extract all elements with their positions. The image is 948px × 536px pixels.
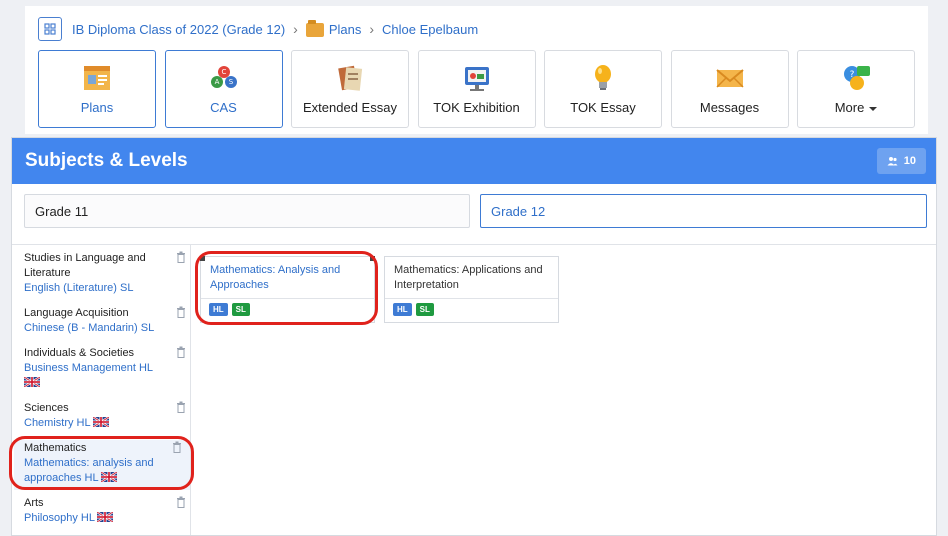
- subject-group-label: Sciences: [24, 402, 69, 414]
- uk-flag-icon: [24, 377, 40, 387]
- trash-icon[interactable]: [176, 401, 186, 413]
- breadcrumb-student[interactable]: Chloe Epelbaum: [382, 22, 478, 37]
- navigation-card: IB Diploma Class of 2022 (Grade 12) › Pl…: [25, 6, 928, 134]
- course-option-name: Mathematics: Analysis and Approaches: [201, 257, 374, 299]
- subject-group-label: Arts: [24, 497, 44, 509]
- chevron-right-icon: ›: [293, 21, 298, 37]
- envelope-icon: [715, 69, 744, 88]
- panel-title: Subjects & Levels: [25, 150, 188, 171]
- cas-icon: CA S: [210, 66, 237, 88]
- subject-group-label: Individuals & Societies: [24, 347, 135, 359]
- tab-grade-11[interactable]: Grade 11: [24, 194, 470, 228]
- trash-icon[interactable]: [176, 306, 186, 318]
- chat-bubbles-icon: ?: [844, 66, 870, 90]
- subject-item-individuals-societies[interactable]: Individuals & Societies Business Managem…: [24, 346, 186, 391]
- subject-value[interactable]: Business Management HL: [24, 361, 184, 376]
- svg-text:S: S: [228, 78, 233, 86]
- tile-tok-essay-label: TOK Essay: [570, 100, 636, 115]
- course-option-applications-interpretation[interactable]: Mathematics: Applications and Interpreta…: [384, 256, 559, 323]
- breadcrumb: IB Diploma Class of 2022 (Grade 12) › Pl…: [38, 17, 478, 41]
- subject-value[interactable]: English (Literature) SL: [24, 281, 184, 296]
- tile-tok-essay[interactable]: TOK Essay: [544, 50, 662, 128]
- subject-value[interactable]: Mathematics: analysis and approaches HL: [24, 457, 154, 484]
- folder-icon: [305, 20, 324, 37]
- tab-grade-12[interactable]: Grade 12: [480, 194, 927, 228]
- trash-icon[interactable]: [176, 251, 186, 263]
- selection-handle: [200, 256, 205, 261]
- subject-group-label: Language Acquisition: [24, 307, 129, 319]
- subject-group-label: Studies in Language and Literature: [24, 252, 146, 279]
- tile-plans[interactable]: Plans: [38, 50, 156, 128]
- uk-flag-icon: [100, 472, 117, 482]
- tok-exhibition-icon: [464, 67, 489, 91]
- subject-item-sciences[interactable]: Sciences Chemistry HL: [24, 401, 186, 431]
- trash-icon[interactable]: [176, 346, 186, 358]
- uk-flag-icon: [92, 417, 109, 427]
- tile-cas-label: CAS: [210, 100, 237, 115]
- subject-value[interactable]: Philosophy HL: [24, 512, 95, 524]
- trash-icon[interactable]: [172, 441, 182, 453]
- subjects-levels-panel: Subjects & Levels 10 Grade 11 Grade 12 S…: [11, 137, 937, 536]
- tile-messages-label: Messages: [699, 100, 760, 115]
- level-badge-sl[interactable]: SL: [231, 303, 250, 316]
- subject-value[interactable]: Chemistry HL: [24, 417, 91, 429]
- level-badge-hl[interactable]: HL: [393, 303, 412, 316]
- uk-flag-icon: [96, 512, 113, 522]
- tile-tok-exhibition-label: TOK Exhibition: [433, 100, 520, 115]
- svg-text:C: C: [221, 68, 226, 76]
- level-badge-hl[interactable]: HL: [209, 303, 228, 316]
- selection-handle: [370, 256, 375, 261]
- level-badge-sl[interactable]: SL: [415, 303, 434, 316]
- users-icon: [887, 157, 898, 166]
- student-count-button[interactable]: 10: [876, 148, 926, 174]
- breadcrumb-plans[interactable]: Plans: [329, 22, 362, 37]
- chevron-right-icon: ›: [369, 21, 375, 37]
- subject-item-language-literature[interactable]: Studies in Language and Literature Engli…: [24, 251, 186, 296]
- student-count: 10: [903, 155, 916, 167]
- tile-more[interactable]: ? More: [797, 50, 915, 128]
- trash-icon[interactable]: [176, 496, 186, 508]
- course-option-analysis-approaches[interactable]: Mathematics: Analysis and Approaches HL …: [200, 256, 375, 323]
- panel-header: Subjects & Levels 10: [12, 138, 936, 184]
- subject-value[interactable]: Chinese (B - Mandarin) SL: [24, 321, 184, 336]
- subject-item-mathematics[interactable]: Mathematics Mathematics: analysis and ap…: [24, 441, 181, 486]
- subject-item-arts[interactable]: Arts Philosophy HL: [24, 496, 186, 526]
- tile-messages[interactable]: Messages: [670, 50, 789, 128]
- subject-list: Studies in Language and Literature Engli…: [12, 245, 191, 535]
- plans-icon: [84, 66, 110, 90]
- tile-cas[interactable]: CAS CAS: [164, 50, 283, 128]
- svg-text:A: A: [214, 78, 219, 86]
- svg-text:?: ?: [850, 70, 855, 80]
- caret-down-icon: [869, 106, 878, 111]
- breadcrumb-class[interactable]: IB Diploma Class of 2022 (Grade 12): [72, 22, 285, 37]
- extended-essay-icon: [338, 65, 363, 91]
- tile-more-label: More: [835, 100, 878, 115]
- tile-extended-essay[interactable]: Extended Essay: [291, 50, 409, 128]
- subject-group-label: Mathematics: [24, 442, 87, 454]
- course-option-name: Mathematics: Applications and Interpreta…: [385, 257, 558, 299]
- tile-tok-exhibition[interactable]: TOK Exhibition: [417, 50, 536, 128]
- tile-plans-label: Plans: [80, 100, 114, 115]
- tile-extended-essay-label: Extended Essay: [303, 100, 397, 115]
- subject-item-language-acquisition[interactable]: Language Acquisition Chinese (B - Mandar…: [24, 306, 186, 336]
- apps-grid-icon[interactable]: [38, 17, 62, 41]
- lightbulb-icon: [595, 65, 611, 90]
